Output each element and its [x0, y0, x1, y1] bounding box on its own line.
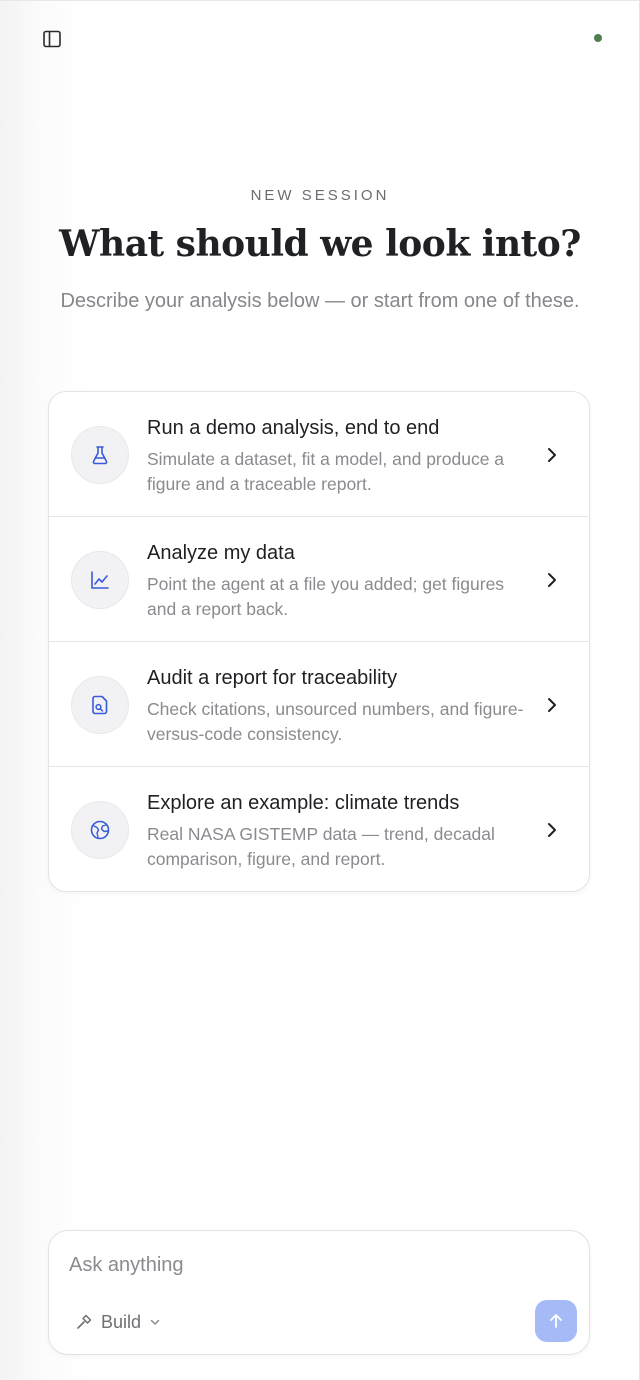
suggestion-list: Run a demo analysis, end to end Simulate…: [48, 391, 590, 892]
suggestion-description: Real NASA GISTEMP data — trend, decadal …: [147, 824, 495, 869]
page-title: What should we look into?: [59, 223, 581, 265]
suggestion-title: Audit a report for traceability: [147, 667, 398, 689]
suggestion-demo-analysis[interactable]: Run a demo analysis, end to end Simulate…: [49, 392, 589, 517]
mode-selector[interactable]: Build: [75, 1309, 161, 1335]
arrow-up-icon: [550, 1314, 562, 1328]
mode-label: Build: [101, 1311, 142, 1332]
hammer-icon: [77, 1314, 92, 1329]
suggestion-description: Simulate a dataset, fit a model, and pro…: [147, 449, 505, 494]
chevron-right-icon: [548, 573, 556, 587]
suggestion-climate-example[interactable]: Explore an example: climate trends Real …: [49, 767, 589, 891]
suggestion-description: Check citations, unsourced numbers, and …: [147, 699, 524, 744]
suggestion-description: Point the agent at a file you added; get…: [147, 574, 505, 619]
chevron-right-icon: [548, 448, 556, 462]
suggestion-audit-report[interactable]: Audit a report for traceability Check ci…: [49, 642, 589, 767]
chevron-right-icon: [548, 823, 556, 837]
page-subtitle: Describe your analysis below — or start …: [60, 290, 580, 312]
prompt-input[interactable]: [69, 1249, 509, 1281]
suggestion-title: Run a demo analysis, end to end: [147, 417, 440, 439]
send-button[interactable]: [535, 1300, 577, 1342]
sidebar-toggle-button[interactable]: [40, 27, 64, 51]
chevron-right-icon: [548, 698, 556, 712]
suggestion-title: Analyze my data: [147, 542, 295, 564]
connection-status-indicator: [594, 34, 602, 42]
sidebar-panel-icon: [43, 30, 61, 48]
globe-icon: [71, 801, 129, 859]
chevron-down-icon: [150, 1319, 160, 1325]
line-chart-icon: [71, 551, 129, 609]
flask-icon: [71, 426, 129, 484]
suggestion-title: Explore an example: climate trends: [147, 792, 460, 814]
document-search-icon: [71, 676, 129, 734]
new-session-page: NEW SESSION What should we look into? De…: [0, 0, 640, 1380]
session-eyebrow: NEW SESSION: [250, 187, 390, 204]
prompt-composer: Build: [48, 1230, 590, 1355]
suggestion-analyze-data[interactable]: Analyze my data Point the agent at a fil…: [49, 517, 589, 642]
